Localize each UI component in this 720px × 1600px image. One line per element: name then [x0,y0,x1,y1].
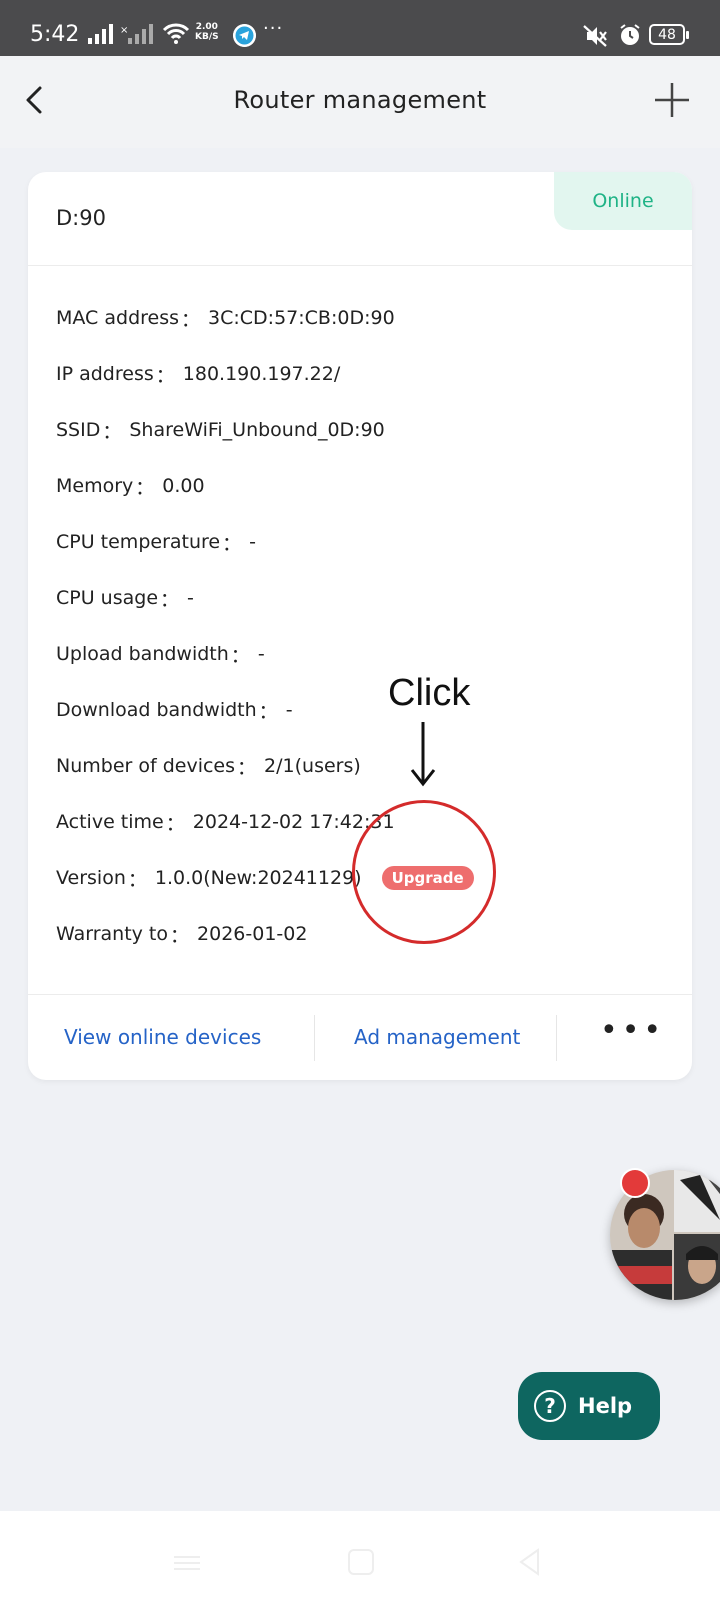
info-row-cpu-usage: CPU usage： - [56,570,672,626]
no-sim-signal-icon: × [120,24,153,44]
wifi-icon [162,23,190,44]
more-options-button[interactable]: ••• [600,1013,665,1048]
recents-nav-icon[interactable] [172,1553,202,1573]
info-label: CPU usage [56,587,159,609]
info-colon: ： [237,756,257,779]
info-colon: ： [127,868,147,891]
status-time: 5:42 [30,22,80,47]
info-value: 3C:CD:57:CB:0D:90 [208,307,395,329]
info-label: MAC address [56,307,180,329]
notification-badge [620,1168,650,1198]
info-colon: ： [135,476,155,499]
info-value: 2/1(users) [264,755,361,777]
annotation-click-label: Click [388,672,471,714]
alarm-icon [620,24,640,45]
network-speed: 2.00 KB/S [195,22,219,42]
device-name: D:90 [56,206,106,230]
svg-text:×: × [120,25,128,36]
system-nav-bar [0,1511,720,1600]
info-label: IP address [56,363,154,385]
speed-unit: KB/S [195,32,219,42]
info-label: Version [56,867,126,889]
status-badge: Online [554,172,692,230]
annotation-arrow-icon [410,722,436,787]
info-value: ShareWiFi_Unbound_0D:90 [129,419,385,441]
view-online-devices-button[interactable]: View online devices [64,1025,261,1049]
info-label: SSID [56,419,101,441]
info-label: CPU temperature [56,531,221,553]
mute-icon [583,25,607,47]
info-colon: ： [258,700,278,723]
info-row-download-bandwidth: Download bandwidth： - [56,682,672,738]
ad-management-button[interactable]: Ad management [354,1025,520,1049]
info-value: 180.190.197.22/ [182,363,341,385]
question-icon: ? [534,1390,566,1422]
telegram-icon [233,24,256,47]
footer-divider [314,1015,315,1061]
info-value: 2026-01-02 [197,923,308,945]
router-card: D:90 Online MAC address： 3C:CD:57:CB:0D:9… [28,172,692,1080]
info-value: - [187,587,194,609]
card-footer: View online devices Ad management ••• [28,994,692,1080]
info-row-mac: MAC address： 3C:CD:57:CB:0D:90 [56,290,672,346]
info-colon: ： [160,588,180,611]
info-colon: ： [170,924,190,947]
info-value: - [285,699,293,721]
info-label: Warranty to [56,923,168,945]
info-row-ssid: SSID： ShareWiFi_Unbound_0D:90 [56,402,672,458]
add-router-button[interactable] [652,80,692,120]
info-row-cpu-temperature: CPU temperature： - [56,514,672,570]
app-header: Router management [0,56,720,148]
card-header: D:90 Online [28,172,692,266]
status-bar: 5:42 × 2.00 KB/S ··· 48 [0,0,720,56]
info-value: 1.0.0(New:20241129) [154,867,362,889]
info-colon: ： [165,812,185,835]
info-colon: ： [222,532,242,555]
help-button[interactable]: ? Help [518,1372,660,1440]
info-colon: ： [230,644,250,667]
info-label: Upload bandwidth [56,643,229,665]
speed-value: 2.00 [195,22,218,32]
footer-divider [556,1015,557,1061]
signal-icon [88,24,113,44]
info-label: Memory [56,475,134,497]
back-nav-icon[interactable] [516,1547,544,1577]
info-row-device-count: Number of devices： 2/1(users) [56,738,672,794]
info-row-memory: Memory： 0.00 [56,458,672,514]
home-nav-icon[interactable] [348,1549,374,1575]
info-value: - [249,531,256,553]
info-value: 0.00 [162,475,205,497]
page-title: Router management [233,86,487,114]
more-notifications-icon: ··· [263,18,284,39]
annotation-circle [352,800,496,944]
info-colon: ： [102,420,122,443]
info-label: Download bandwidth [56,699,257,721]
info-value: - [257,643,265,665]
info-colon: ： [155,364,175,387]
info-row-ip: IP address： 180.190.197.22/ [56,346,672,402]
battery-icon: 48 [649,24,689,45]
info-row-upload-bandwidth: Upload bandwidth： - [56,626,672,682]
info-colon: ： [181,308,201,331]
info-label: Number of devices [56,755,236,777]
info-row-warranty: Warranty to： 2026-01-02 [56,906,672,962]
help-label: Help [578,1394,633,1418]
info-label: Active time [56,811,164,833]
